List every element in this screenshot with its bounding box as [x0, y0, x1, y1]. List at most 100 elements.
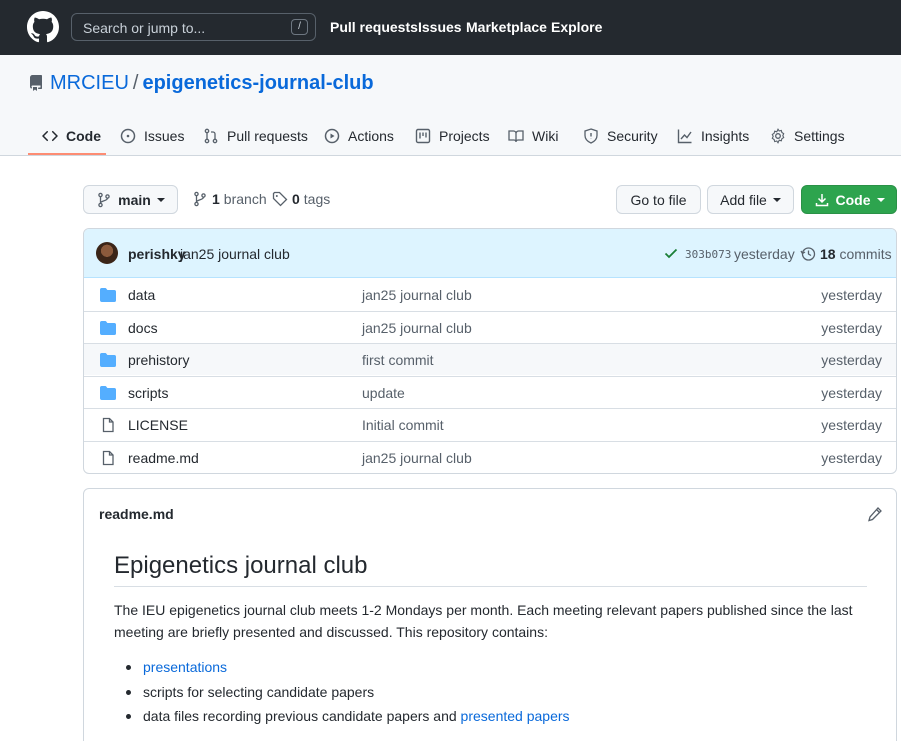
github-logo-icon[interactable] [27, 11, 59, 43]
file-list: perishky jan25 journal club 303b073 yest… [83, 228, 897, 474]
list-item: data files recording previous candidate … [114, 704, 570, 729]
file-row[interactable]: readme.md jan25 journal club yesterday [84, 441, 896, 473]
list-item-text: data files recording previous candidate … [143, 708, 461, 724]
pencil-icon[interactable] [867, 506, 883, 522]
tab-insights[interactable]: Insights [677, 126, 749, 146]
tab-issues[interactable]: Issues [120, 126, 184, 146]
file-age: yesterday [821, 287, 882, 303]
repo-separator: / [132, 72, 139, 94]
commits-label: commits [839, 246, 892, 262]
slash-shortcut-badge: / [291, 19, 308, 35]
file-age: yesterday [821, 385, 882, 401]
branches-count: 1 [212, 191, 220, 207]
folder-icon [100, 386, 116, 400]
file-age: yesterday [821, 320, 882, 336]
repo-title: MRCIEU / epigenetics-journal-club [50, 72, 374, 95]
presentations-link[interactable]: presentations [143, 659, 227, 675]
file-row[interactable]: scripts update yesterday [84, 376, 896, 408]
tag-icon [272, 191, 288, 207]
repo-name-link[interactable]: epigenetics-journal-club [142, 72, 373, 94]
file-name[interactable]: scripts [128, 385, 168, 401]
search-input[interactable]: Search or jump to... / [71, 13, 316, 41]
tab-security-label: Security [607, 128, 658, 144]
file-commit-message[interactable]: jan25 journal club [362, 287, 472, 303]
go-to-file-button[interactable]: Go to file [616, 185, 701, 214]
commit-sha[interactable]: 303b073 [685, 248, 731, 261]
branches-link[interactable]: 1 branch [192, 191, 267, 207]
search-placeholder: Search or jump to... [83, 20, 206, 36]
tab-pull-requests-label: Pull requests [227, 128, 308, 144]
history-icon [800, 247, 816, 261]
file-age: yesterday [821, 450, 882, 466]
tab-issues-label: Issues [144, 128, 185, 144]
file-name[interactable]: prehistory [128, 352, 189, 368]
global-header: Search or jump to... / Pull requests Iss… [0, 0, 901, 55]
repo-owner-link[interactable]: MRCIEU [50, 72, 129, 94]
file-age: yesterday [821, 352, 882, 368]
branch-selector-button[interactable]: main [83, 185, 178, 214]
chevron-down-icon [876, 197, 885, 202]
code-button-label: Code [835, 191, 871, 208]
readme-filename: readme.md [99, 506, 174, 522]
tab-projects[interactable]: Projects [415, 126, 490, 146]
commits-count: 18 [820, 246, 836, 262]
file-row[interactable]: LICENSE Initial commit yesterday [84, 408, 896, 440]
nav-pull-requests[interactable]: Pull requests [330, 19, 418, 35]
tab-actions[interactable]: Actions [324, 126, 394, 146]
tab-insights-label: Insights [701, 128, 750, 144]
avatar[interactable] [96, 242, 118, 264]
branch-name: main [118, 191, 151, 208]
commit-message[interactable]: jan25 journal club [180, 246, 290, 262]
file-name[interactable]: LICENSE [128, 417, 188, 433]
file-icon [102, 450, 114, 466]
file-commit-message[interactable]: jan25 journal club [362, 320, 472, 336]
add-file-button[interactable]: Add file [707, 185, 794, 214]
chevron-down-icon [156, 197, 165, 202]
graph-icon [677, 129, 692, 144]
nav-explore[interactable]: Explore [551, 19, 602, 35]
branches-label: branch [223, 191, 267, 207]
file-name[interactable]: readme.md [128, 450, 199, 466]
readme-list: presentations scripts for selecting cand… [114, 655, 570, 729]
repo-icon [29, 75, 42, 91]
file-commit-message[interactable]: Initial commit [362, 417, 444, 433]
file-row[interactable]: docs jan25 journal club yesterday [84, 311, 896, 343]
tags-link[interactable]: 0 tags [272, 191, 330, 207]
presented-papers-link[interactable]: presented papers [461, 708, 570, 724]
latest-commit-bar: perishky jan25 journal club 303b073 yest… [84, 229, 896, 278]
file-name[interactable]: data [128, 287, 155, 303]
file-age: yesterday [821, 417, 882, 433]
chevron-down-icon [772, 197, 781, 202]
file-commit-message[interactable]: jan25 journal club [362, 450, 472, 466]
tab-code-label: Code [66, 128, 101, 144]
play-icon [324, 128, 340, 144]
folder-icon [100, 353, 116, 367]
tab-wiki-label: Wiki [532, 128, 559, 144]
file-commit-message[interactable]: update [362, 385, 405, 401]
shield-icon [584, 128, 598, 144]
code-dropdown-button[interactable]: Code [801, 185, 897, 214]
tab-pull-requests[interactable]: Pull requests [203, 126, 308, 146]
commit-author[interactable]: perishky [128, 246, 186, 262]
commits-link[interactable]: 18 commits [820, 246, 892, 262]
folder-icon [100, 288, 116, 302]
readme-heading: Epigenetics journal club [114, 552, 867, 587]
list-item: scripts for selecting candidate papers [114, 680, 570, 705]
nav-issues[interactable]: Issues [418, 19, 462, 35]
add-file-label: Add file [720, 191, 767, 208]
tags-label: tags [303, 191, 331, 207]
branch-icon [194, 191, 206, 207]
file-name[interactable]: docs [128, 320, 158, 336]
file-commit-message[interactable]: first commit [362, 352, 434, 368]
check-icon[interactable] [663, 245, 679, 261]
commit-time: yesterday [734, 246, 795, 262]
book-icon [508, 130, 524, 143]
tab-wiki[interactable]: Wiki [508, 126, 558, 146]
file-row[interactable]: prehistory first commit yesterday [84, 343, 896, 375]
nav-marketplace[interactable]: Marketplace [466, 19, 547, 35]
pull-request-icon [204, 128, 218, 144]
tab-code[interactable]: Code [42, 126, 101, 146]
file-row[interactable]: data jan25 journal club yesterday [84, 279, 896, 311]
tab-security[interactable]: Security [583, 126, 658, 146]
tab-settings[interactable]: Settings [770, 126, 845, 146]
